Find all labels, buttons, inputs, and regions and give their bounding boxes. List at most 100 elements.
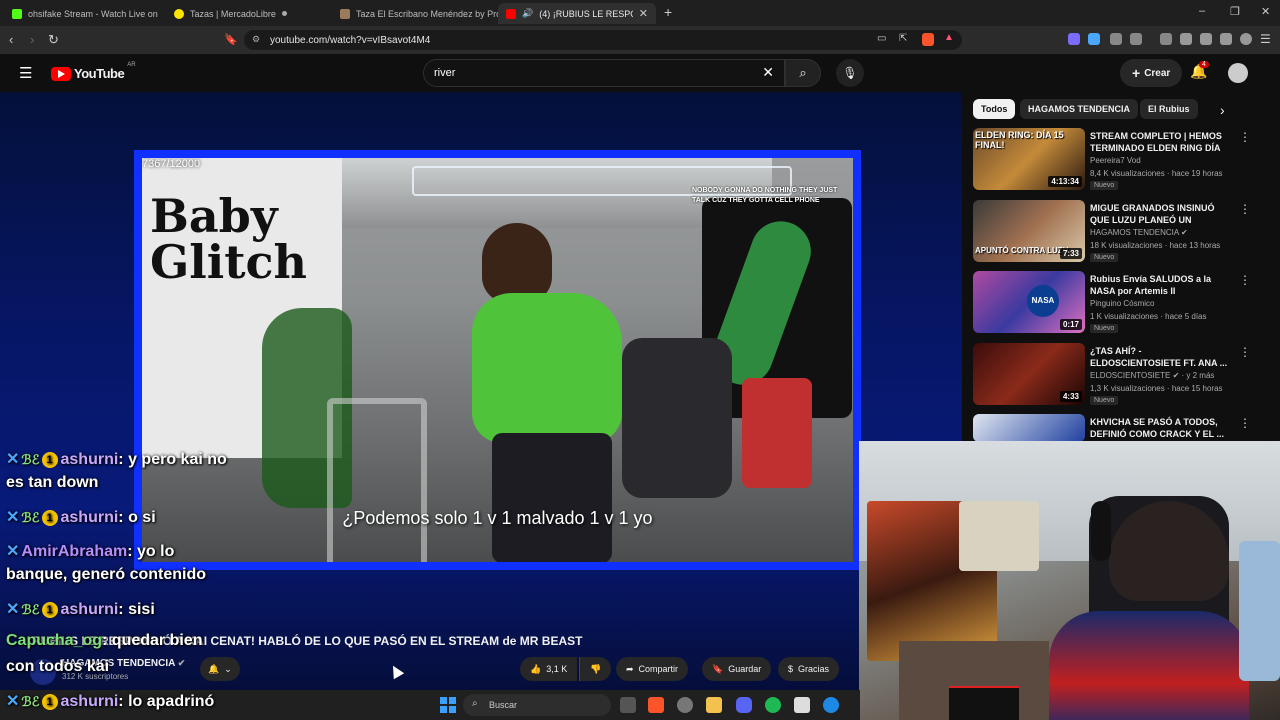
chip-all[interactable]: Todos [973,99,1016,119]
extension-icon[interactable] [1088,33,1100,45]
sidebar-icon[interactable] [1180,33,1192,45]
video-thumbnail[interactable]: ELDEN RING: DÍA 15 FINAL! 4:13:34 [973,128,1085,190]
youtube-logo[interactable]: YouTube AR [51,62,136,81]
channel-name[interactable]: Pinguino Cósmico [1090,299,1154,308]
browser-toolbar: ‹ › ↻ 🔖 ⚙ youtube.com/watch?v=vIBsavot4M… [0,26,1280,54]
video-title[interactable]: ¿TAS AHÍ? - ELDOSCIENTOSIETE FT. ANA ... [1090,345,1230,369]
sword-badge-icon: ✕ [6,509,20,526]
maximize-button[interactable]: ❐ [1230,5,1240,18]
channel-name[interactable]: HAGAMOS TENDENCIA ✔ [1090,228,1188,237]
video-title[interactable]: STREAM COMPLETO | HEMOS TERMINADO ELDEN … [1090,130,1230,154]
recommendation-item[interactable]: NASA 0:17 Rubius Envía SALUDOS a la NASA… [973,271,1263,337]
like-button[interactable]: 👍 3,1 K [520,657,578,681]
video-title[interactable]: MIGUE GRANADOS INSINUÓ QUE LUZU PLANEÓ U… [1090,202,1230,226]
youtube-header: ☰ YouTube AR river ✕ ⌕ 🎙 + Crear 🔔 4 [0,54,1280,92]
url-bar[interactable]: ⚙ youtube.com/watch?v=vIBsavot4M4 ▭ ⇱ ▲ [244,30,962,50]
chip-el-rubius[interactable]: El Rubius [1140,99,1198,119]
chevron-right-icon[interactable]: › [1220,102,1225,118]
streamer-shirt [1049,611,1249,720]
bookmark-icon[interactable]: 🔖 [224,33,238,46]
browser-tab-active[interactable]: 🔊 (4) ¡RUBIUS LE RESPONDIÓ A ✕ [498,3,656,24]
chat-message-continued: banque, generó contenido [6,566,207,583]
browser-tab[interactable]: Taza El Escribano Menéndez by Prod [332,3,498,24]
app-icon[interactable] [677,697,693,713]
back-arrow-icon[interactable]: ‹ [9,32,13,47]
video-thumbnail[interactable]: NASA 0:17 [973,271,1085,333]
app-icon[interactable] [823,697,839,713]
taskbar-search-input[interactable]: ⌕ Buscar [463,694,611,716]
recommendation-item[interactable]: ELDEN RING: DÍA 15 FINAL! 4:13:34 STREAM… [973,128,1263,194]
new-badge: Nuevo [1090,253,1119,262]
chat-message-continued: con todos kai [6,658,110,675]
forward-arrow-icon[interactable]: › [30,32,34,47]
search-input[interactable]: river ✕ [423,59,785,87]
vpn-icon[interactable] [1240,33,1252,45]
browser-tab[interactable]: Tazas | MercadoLibre [166,3,332,24]
more-options-icon[interactable]: ⋮ [1239,345,1251,359]
hamburger-menu-icon[interactable]: ☰ [19,64,32,82]
new-tab-button[interactable]: + [664,4,672,20]
save-label: Guardar [728,664,762,674]
leo-ai-icon[interactable] [1220,33,1232,45]
windows-start-icon[interactable] [440,697,456,713]
discord-icon[interactable] [736,697,752,713]
extension-icon[interactable] [1130,33,1142,45]
chat-message: ✕ ℬℰ 1 ashurni: o si [6,509,156,526]
recommendation-item[interactable]: APUNTÓ CONTRA LUZU 7:33 MIGUE GRANADOS I… [973,200,1263,266]
reload-icon[interactable]: ↻ [48,32,59,48]
extension-icon[interactable] [1110,33,1122,45]
search-icon: ⌕ [472,698,478,709]
video-title[interactable]: KHVICHA SE PASÓ A TODOS, DEFINIÓ COMO CR… [1090,416,1230,440]
create-button[interactable]: + Crear [1120,59,1183,87]
wallet-icon[interactable] [1200,33,1212,45]
thanks-label: Gracias [798,664,830,674]
menu-icon[interactable]: ☰ [1260,32,1271,46]
chat-username: Capucha_og [6,632,103,649]
video-thumbnail[interactable]: 4:33 [973,343,1085,405]
brave-shields-icon[interactable] [922,33,934,46]
close-tab-icon[interactable]: ✕ [639,7,648,20]
clear-search-icon[interactable]: ✕ [762,64,774,81]
brave-rewards-icon[interactable]: ▲ [944,32,954,43]
video-thumbnail[interactable] [973,414,1085,442]
video-title[interactable]: Rubius Envía SALUDOS a la NASA por Artem… [1090,273,1230,297]
brave-browser-icon[interactable] [648,697,664,713]
more-options-icon[interactable]: ⋮ [1239,416,1251,430]
recommendation-item[interactable]: 4:33 ¿TAS AHÍ? - ELDOSCIENTOSIETE FT. AN… [973,343,1263,409]
more-options-icon[interactable]: ⋮ [1239,273,1251,287]
channel-name[interactable]: ELDOSCIENTOSIETE ✔ · y 2 más [1090,371,1214,380]
task-view-icon[interactable] [620,697,636,713]
plus-icon: + [1132,65,1141,81]
more-options-icon[interactable]: ⋮ [1239,202,1251,216]
sword-badge-icon: ✕ [6,601,20,618]
video-content[interactable]: Baby Glitch 7367/12000 NOBODY GONNA DO N… [142,158,853,562]
extension-icon[interactable] [1068,33,1080,45]
channel-name[interactable]: Peereira7 Vod [1090,156,1141,165]
share-page-icon[interactable]: ⇱ [899,33,907,44]
sword-badge-icon: ✕ [6,693,20,710]
verified-icon: ✔ [1181,228,1188,237]
voice-search-button[interactable]: 🎙 [836,59,864,87]
chip-hagamos-tendencia[interactable]: HAGAMOS TENDENCIA [1020,99,1139,119]
search-button[interactable]: ⌕ [785,59,821,87]
save-button[interactable]: 🔖 Guardar [702,657,772,681]
notification-bell-button[interactable]: 🔔 ⌄ [200,657,240,681]
spotify-icon[interactable] [765,697,781,713]
thanks-button[interactable]: $ Gracias [778,657,840,681]
browser-tab[interactable]: ohsifake Stream - Watch Live on [4,3,164,24]
dollar-icon: $ [788,664,794,674]
file-explorer-icon[interactable] [706,697,722,713]
stream-counter: 7367/12000 [142,158,201,170]
more-options-icon[interactable]: ⋮ [1239,130,1251,144]
close-window-button[interactable]: ✕ [1261,5,1270,18]
minimize-button[interactable]: – [1199,5,1205,17]
share-button[interactable]: ➦ Compartir [616,657,689,681]
dislike-button[interactable]: 👎 [579,657,612,681]
video-thumbnail[interactable]: APUNTÓ CONTRA LUZU 7:33 [973,200,1085,262]
recommendations-panel: Todos HAGAMOS TENDENCIA El Rubius › ELDE… [962,92,1280,442]
site-info-icon[interactable]: ⚙ [252,34,260,45]
capcut-icon[interactable] [794,697,810,713]
cast-icon[interactable]: ▭ [877,33,886,44]
music-icon[interactable] [1160,33,1172,45]
avatar[interactable] [1228,63,1248,83]
